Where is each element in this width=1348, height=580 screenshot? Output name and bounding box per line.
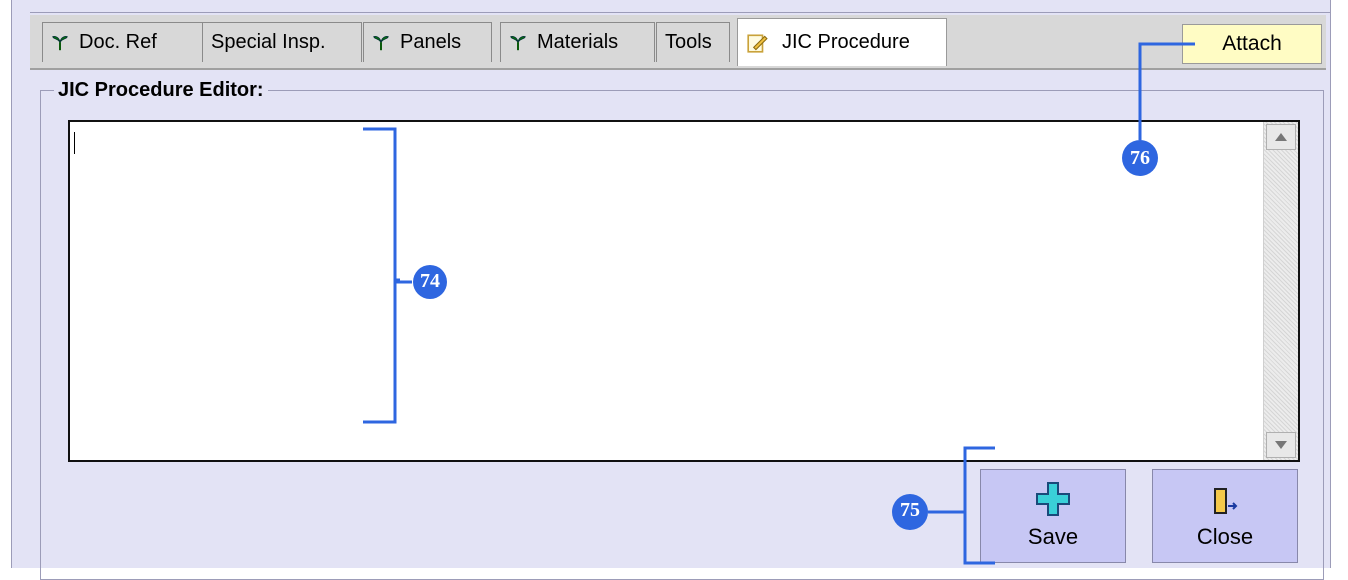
tab-tools[interactable]: Tools xyxy=(656,22,730,62)
save-label: Save xyxy=(1027,524,1079,549)
tab-label: Tools xyxy=(665,31,712,53)
top-divider xyxy=(30,12,1330,13)
triangle-down-icon xyxy=(1275,441,1287,449)
callout-75-number: 75 xyxy=(900,499,920,521)
tab-label: Doc. Ref xyxy=(79,31,157,53)
editor-title: JIC Procedure Editor: xyxy=(54,79,268,102)
procedure-text-area[interactable] xyxy=(68,120,1300,462)
leaf-icon xyxy=(373,35,389,50)
screen: Doc. Ref Special Insp. Panels Materials … xyxy=(0,0,1348,580)
attach-button[interactable]: Attach xyxy=(1182,24,1322,64)
tab-panels[interactable]: Panels xyxy=(363,22,492,62)
save-button[interactable]: Save xyxy=(980,469,1126,563)
scroll-down-button[interactable] xyxy=(1266,432,1296,458)
plus-icon xyxy=(1036,482,1070,516)
tab-special-insp[interactable]: Special Insp. xyxy=(202,22,362,62)
attach-label: Attach xyxy=(1222,32,1282,55)
tab-doc-ref[interactable]: Doc. Ref xyxy=(42,22,204,62)
vertical-scrollbar[interactable] xyxy=(1263,122,1298,460)
close-label: Close xyxy=(1196,524,1254,549)
leaf-icon xyxy=(510,35,526,50)
leaf-icon xyxy=(52,35,68,50)
tab-label: JIC Procedure xyxy=(782,31,910,53)
callout-76-number: 76 xyxy=(1130,147,1150,169)
tab-materials[interactable]: Materials xyxy=(500,22,655,62)
scroll-up-button[interactable] xyxy=(1266,124,1296,150)
close-button[interactable]: Close xyxy=(1152,469,1298,563)
tab-label: Materials xyxy=(537,31,619,53)
callout-74-number: 74 xyxy=(420,270,440,292)
exit-door-icon xyxy=(1214,488,1238,514)
text-caret xyxy=(74,132,75,154)
tab-jic-procedure[interactable]: JIC Procedure xyxy=(737,18,947,66)
tab-label: Special Insp. xyxy=(211,31,326,53)
tab-label: Panels xyxy=(400,31,462,53)
edit-document-icon xyxy=(747,33,768,53)
triangle-up-icon xyxy=(1275,133,1287,141)
